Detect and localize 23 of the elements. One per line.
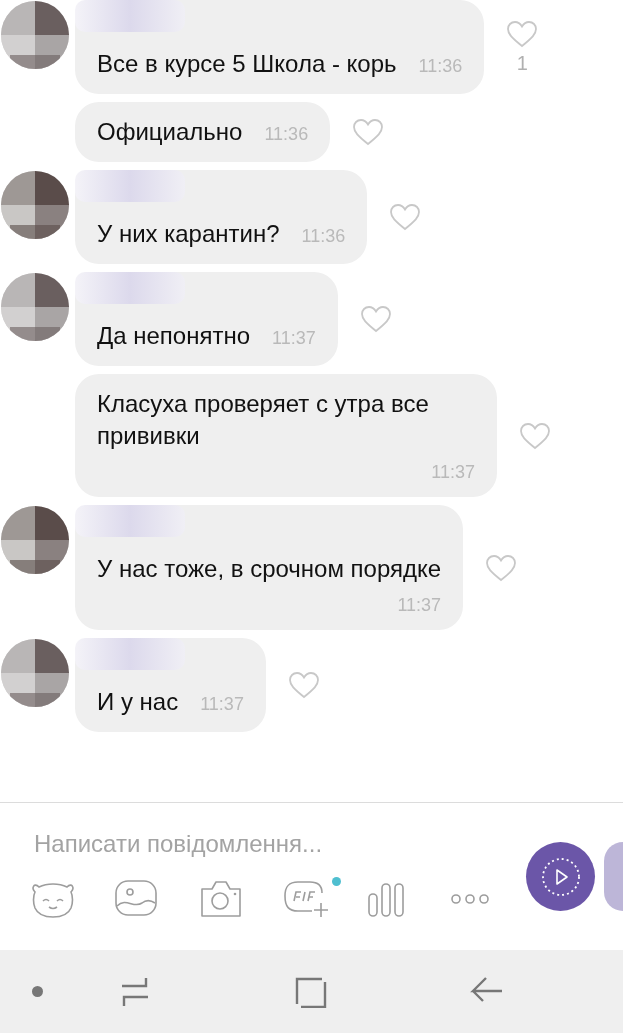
message-text: У нас тоже, в срочном порядке	[97, 555, 442, 582]
message-text: Класуха проверяет с утра все прививки	[97, 390, 429, 449]
heart-icon[interactable]	[519, 421, 551, 450]
heart-icon[interactable]	[287, 671, 320, 699]
message-text: Все в курсе 5 Школа - корь	[97, 49, 397, 79]
image-icon[interactable]	[114, 879, 158, 917]
message-text: Официально	[97, 117, 243, 147]
message-text: И у нас	[97, 687, 179, 717]
dot-icon[interactable]	[32, 986, 43, 997]
heart-icon[interactable]	[352, 118, 385, 146]
message-text: У них карантин?	[97, 219, 280, 249]
more-icon[interactable]	[450, 893, 490, 905]
message-field[interactable]: Написати повідомлення...	[34, 827, 494, 861]
heart-icon[interactable]	[389, 203, 422, 231]
camera-icon[interactable]	[198, 879, 244, 919]
play-icon	[539, 855, 582, 898]
heart-icon[interactable]	[359, 305, 392, 333]
like-count: 1	[516, 51, 528, 75]
heart-icon[interactable]	[485, 553, 518, 582]
home-icon[interactable]	[294, 976, 328, 1008]
side-button[interactable]	[604, 842, 623, 911]
message-text: Да непонятно	[97, 321, 251, 351]
heart-icon[interactable]	[506, 19, 539, 48]
